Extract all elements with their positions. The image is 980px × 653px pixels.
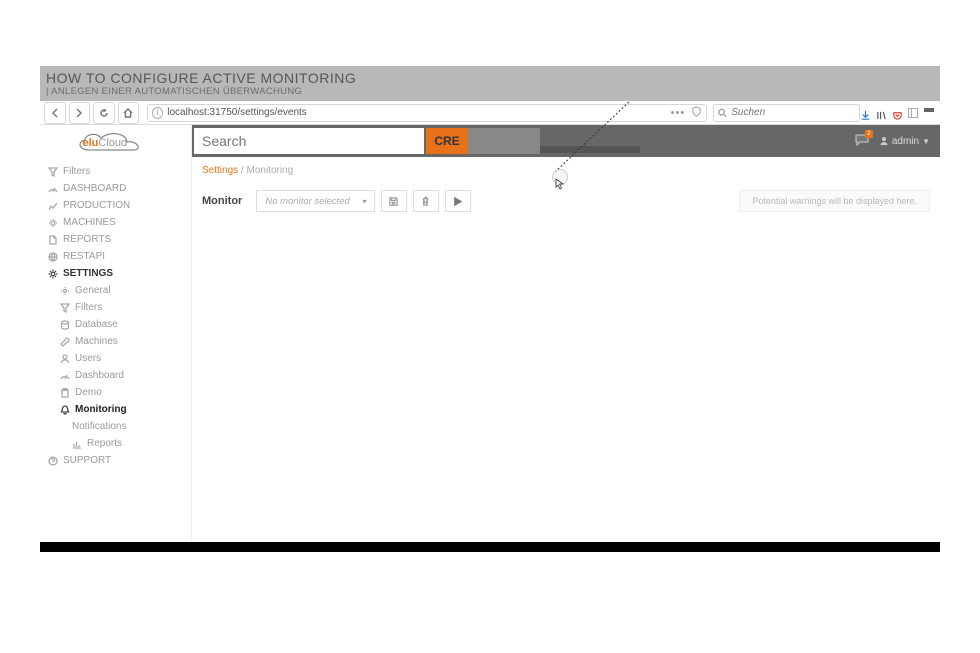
sidebar-sub-monitoring[interactable]: Monitoring xyxy=(40,401,191,418)
file-icon xyxy=(48,235,58,245)
sidebar-sub-general[interactable]: General xyxy=(40,282,191,299)
gear-icon xyxy=(48,269,58,279)
hamburger-menu-icon[interactable] xyxy=(924,108,934,118)
cog-icon xyxy=(48,218,58,228)
app-search-input[interactable] xyxy=(202,133,416,149)
logo: eluCloud xyxy=(40,127,191,159)
monitor-label: Monitor xyxy=(202,195,242,207)
user-icon xyxy=(60,354,70,364)
notif-badge: 2 xyxy=(865,130,873,138)
messages-icon[interactable]: 2 xyxy=(855,133,869,150)
downloads-icon[interactable] xyxy=(860,108,870,118)
browser-search-input[interactable] xyxy=(731,107,855,118)
sidebar-sub2-notifications[interactable]: Notifications xyxy=(40,418,191,435)
application: eluCloud Filters DASHBOARD PRODUCTION MA… xyxy=(40,125,940,542)
crumb-separator: / xyxy=(241,165,244,176)
page-actions-icon[interactable]: ••• xyxy=(671,107,686,119)
browser-chrome: i ••• xyxy=(40,101,940,125)
chevron-down-icon: ▾ xyxy=(362,197,366,206)
clipboard-icon xyxy=(60,388,70,398)
gauge-icon xyxy=(60,371,70,381)
reload-button[interactable] xyxy=(93,102,115,124)
app-topbar: CRE 2 admin ▼ xyxy=(192,125,940,157)
gear-icon xyxy=(60,286,70,296)
help-icon xyxy=(48,456,58,466)
logo-text: eluCloud xyxy=(83,137,128,149)
run-button[interactable] xyxy=(445,190,471,212)
home-button[interactable] xyxy=(118,102,140,124)
shield-icon[interactable] xyxy=(691,106,702,120)
cre-badge: CRE xyxy=(426,128,468,154)
chart-icon xyxy=(72,439,82,449)
sidebar-sub-demo[interactable]: Demo xyxy=(40,384,191,401)
sidebar-toggle-icon[interactable] xyxy=(908,108,918,118)
main-content: CRE 2 admin ▼ Settings / Monitoring Mo xyxy=(192,125,940,542)
sidebar-item-filters[interactable]: Filters xyxy=(40,163,191,180)
url-input[interactable] xyxy=(167,107,666,118)
video-bottom-bar xyxy=(40,542,940,552)
sidebar-sub-database[interactable]: Database xyxy=(40,316,191,333)
browser-search[interactable] xyxy=(713,104,860,122)
crumb-settings[interactable]: Settings xyxy=(202,165,238,176)
pocket-icon[interactable] xyxy=(892,108,902,118)
delete-button[interactable] xyxy=(413,190,439,212)
warnings-placeholder: Potential warnings will be displayed her… xyxy=(739,190,930,212)
library-icon[interactable] xyxy=(876,108,886,118)
sidebar-sub2-reports[interactable]: Reports xyxy=(40,435,191,452)
bell-icon xyxy=(60,405,70,415)
wrench-icon xyxy=(60,337,70,347)
user-menu[interactable]: admin ▼ xyxy=(879,136,930,147)
sidebar-item-reports[interactable]: REPORTS xyxy=(40,231,191,248)
back-button[interactable] xyxy=(44,102,66,124)
monitor-toolbar: Monitor No monitor selected ▾ Potential … xyxy=(192,184,940,218)
sidebar-item-support[interactable]: SUPPORT xyxy=(40,452,191,469)
sidebar-item-settings[interactable]: SETTINGS xyxy=(40,265,191,282)
banner-subtitle: | ANLEGEN EINER AUTOMATISCHEN ÜBERWACHUN… xyxy=(46,86,934,97)
address-bar[interactable]: i ••• xyxy=(147,104,707,122)
search-icon xyxy=(718,108,727,118)
gauge-icon xyxy=(48,184,58,194)
filter-icon xyxy=(60,303,70,313)
monitor-dropdown[interactable]: No monitor selected ▾ xyxy=(256,190,375,212)
chevron-down-icon: ▼ xyxy=(922,137,930,146)
sidebar-sub-machines[interactable]: Machines xyxy=(40,333,191,350)
database-icon xyxy=(60,320,70,330)
save-button[interactable] xyxy=(381,190,407,212)
sidebar-item-machines[interactable]: MACHINES xyxy=(40,214,191,231)
sidebar-sub-dashboard[interactable]: Dashboard xyxy=(40,367,191,384)
sidebar-item-restapi[interactable]: RESTAPI xyxy=(40,248,191,265)
filter-icon xyxy=(48,167,58,177)
user-name: admin xyxy=(892,136,919,147)
grey-segment xyxy=(468,128,540,154)
globe-icon xyxy=(48,252,58,262)
sidebar-sub-users[interactable]: Users xyxy=(40,350,191,367)
sidebar-sub-filters[interactable]: Filters xyxy=(40,299,191,316)
dark-strip xyxy=(540,146,640,153)
banner-title: HOW TO CONFIGURE ACTIVE MONITORING xyxy=(46,70,934,86)
dropdown-value: No monitor selected xyxy=(265,196,349,207)
sidebar-item-production[interactable]: PRODUCTION xyxy=(40,197,191,214)
site-info-icon[interactable]: i xyxy=(152,107,163,119)
crumb-monitoring: Monitoring xyxy=(246,165,293,176)
sidebar: eluCloud Filters DASHBOARD PRODUCTION MA… xyxy=(40,125,192,542)
app-search[interactable] xyxy=(194,128,424,154)
breadcrumb: Settings / Monitoring xyxy=(192,157,940,184)
instruction-banner: HOW TO CONFIGURE ACTIVE MONITORING | ANL… xyxy=(40,66,940,101)
chart-icon xyxy=(48,201,58,211)
forward-button[interactable] xyxy=(69,102,91,124)
user-icon xyxy=(879,136,889,146)
sidebar-item-dashboard[interactable]: DASHBOARD xyxy=(40,180,191,197)
